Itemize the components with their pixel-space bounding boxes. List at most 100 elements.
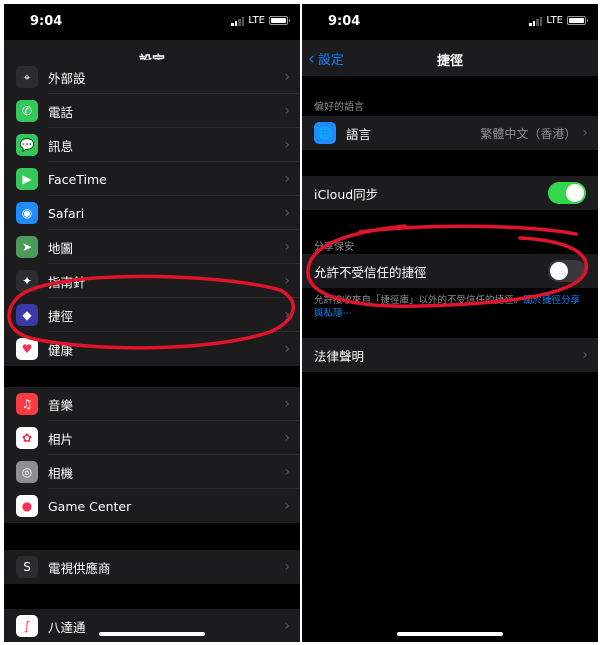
- globe-icon: 🌐: [314, 122, 336, 144]
- settings-item-photos[interactable]: ✿ 相片 ›: [4, 421, 300, 455]
- settings-item-label: Game Center: [48, 498, 132, 514]
- settings-item-health[interactable]: ♥ 健康 ›: [4, 332, 300, 366]
- chevron-right-icon: ›: [284, 103, 290, 119]
- settings-item-compass[interactable]: ✦ 指南針 ›: [4, 264, 300, 298]
- status-indicators: LTE: [529, 15, 588, 26]
- settings-item-label: 訊息: [48, 138, 74, 154]
- icloud-sync-toggle[interactable]: [548, 182, 586, 204]
- chevron-right-icon: ›: [284, 69, 290, 85]
- chevron-right-icon: ›: [284, 498, 290, 514]
- settings-item-label: 捷徑: [48, 308, 74, 324]
- icloud-sync-row: iCloud同步: [302, 176, 598, 210]
- settings-item-shortcuts[interactable]: ◆ 捷徑 ›: [4, 298, 300, 332]
- chevron-right-icon: ›: [284, 239, 290, 255]
- chevron-right-icon: ›: [284, 137, 290, 153]
- status-time: 9:04: [30, 14, 63, 29]
- gamecenter-icon: ●: [16, 495, 38, 517]
- settings-item-tv-provider[interactable]: S 電視供應商 ›: [4, 550, 300, 584]
- sharing-section-header: 分享保安: [314, 242, 354, 253]
- settings-item-label: 地圖: [48, 240, 74, 256]
- settings-group-apps-2: ♫ 音樂 › ✿ 相片 › ◎ 相機 › ● Game Center ›: [4, 387, 300, 523]
- chevron-right-icon: ›: [284, 464, 290, 480]
- allow-untrusted-row: 允許不受信任的捷徑: [302, 254, 598, 288]
- tv-provider-icon: S: [16, 556, 38, 578]
- language-row[interactable]: 🌐 語言 繁體中文（香港） ›: [302, 116, 598, 150]
- icloud-sync-label: iCloud同步: [314, 186, 379, 202]
- safari-icon: ◉: [16, 202, 38, 224]
- language-value: 繁體中文（香港）: [480, 126, 577, 141]
- chevron-right-icon: ›: [284, 396, 290, 412]
- chevron-right-icon: ›: [284, 618, 290, 634]
- settings-item-safari[interactable]: ◉ Safari ›: [4, 196, 300, 230]
- chevron-right-icon: ›: [284, 273, 290, 289]
- settings-item-facetime[interactable]: ▶ FaceTime ›: [4, 162, 300, 196]
- settings-item-octopus[interactable]: ∫ 八達通 ›: [4, 609, 300, 642]
- network-type: LTE: [248, 15, 265, 26]
- chevron-right-icon: ›: [582, 125, 588, 141]
- settings-item-camera[interactable]: ◎ 相機 ›: [4, 455, 300, 489]
- settings-screen: 9:04 LTE 設定 ⌖外部設›✆電話›💬訊息›▶FaceTime›◉Safa…: [4, 4, 300, 642]
- chevron-right-icon: ›: [284, 341, 290, 357]
- untrusted-footer-text: 允許接收來自「捷徑庫」以外的不受信任的捷徑。: [314, 295, 524, 306]
- settings-item-phone[interactable]: ✆ 電話 ›: [4, 94, 300, 128]
- allow-untrusted-label: 允許不受信任的捷徑: [314, 264, 427, 280]
- chevron-right-icon: ›: [284, 205, 290, 221]
- settings-item-message[interactable]: 💬 訊息 ›: [4, 128, 300, 162]
- settings-item-label: 電視供應商: [48, 560, 111, 576]
- settings-item-label: 電話: [48, 104, 74, 120]
- facetime-icon: ▶: [16, 168, 38, 190]
- legal-row[interactable]: 法律聲明 ›: [302, 338, 598, 372]
- settings-list[interactable]: ⌖ 外部設 › ✆ 電話 › 💬 訊息 › ▶ FaceTime › ◉ Safari › ➤ 地圖 › ✦ 指南針 ›…: [4, 60, 300, 642]
- untrusted-footer: 允許接收來自「捷徑庫」以外的不受信任的捷徑。關於捷徑分享與私隱⋯: [314, 294, 586, 320]
- shortcuts-settings-screen: 9:04 LTE ‹ 設定 捷徑 偏好的語言 🌐 語言 繁體中文（香港） › i…: [302, 4, 598, 642]
- settings-item-gamecenter[interactable]: ● Game Center ›: [4, 489, 300, 523]
- home-indicator: [397, 632, 503, 636]
- settings-item-label: 音樂: [48, 397, 74, 413]
- status-bar: 9:04 LTE: [4, 4, 300, 40]
- page-title: 捷徑: [436, 54, 463, 69]
- camera-icon: ◎: [16, 461, 38, 483]
- chevron-right-icon: ›: [284, 307, 290, 323]
- language-section-header: 偏好的語言: [314, 102, 364, 113]
- settings-item-label: 指南針: [48, 274, 86, 290]
- settings-item-label: FaceTime: [48, 171, 107, 187]
- chevron-right-icon: ›: [284, 430, 290, 446]
- chevron-right-icon: ›: [284, 559, 290, 575]
- battery-icon: [269, 16, 290, 25]
- settings-item-maps[interactable]: ➤ 地圖 ›: [4, 230, 300, 264]
- sharing-group: 允許不受信任的捷徑: [302, 254, 598, 288]
- icloud-group: iCloud同步: [302, 176, 598, 210]
- nav-bar: ‹ 設定 捷徑: [302, 40, 598, 76]
- legal-label: 法律聲明: [314, 348, 365, 364]
- compass-icon: ✦: [16, 270, 38, 292]
- health-icon: ♥: [16, 338, 38, 360]
- legal-group: 法律聲明 ›: [302, 338, 598, 372]
- status-bar: 9:04 LTE: [302, 4, 598, 40]
- photos-icon: ✿: [16, 427, 38, 449]
- settings-item-label: Safari: [48, 205, 85, 221]
- status-indicators: LTE: [231, 15, 290, 26]
- settings-item-label: 外部設: [48, 70, 86, 86]
- shortcuts-settings-list: 偏好的語言 🌐 語言 繁體中文（香港） › iCloud同步 分享保安 允許不受…: [302, 76, 598, 642]
- home-indicator: [99, 632, 205, 636]
- chevron-right-icon: ›: [284, 171, 290, 187]
- shortcuts-icon: ◆: [16, 304, 38, 326]
- settings-item-compass[interactable]: ⌖ 外部設 ›: [4, 60, 300, 94]
- settings-group-apps-3: ∫ 八達通 ›: [4, 609, 300, 642]
- settings-item-label: 相片: [48, 431, 74, 447]
- settings-group-apps-1: ⌖ 外部設 › ✆ 電話 › 💬 訊息 › ▶ FaceTime › ◉ Safari › ➤ 地圖 › ✦ 指南針 ›…: [4, 60, 300, 366]
- allow-untrusted-toggle[interactable]: [548, 260, 586, 282]
- music-icon: ♫: [16, 393, 38, 415]
- phone-icon: ✆: [16, 100, 38, 122]
- network-type: LTE: [546, 15, 563, 26]
- octopus-icon: ∫: [16, 615, 38, 637]
- settings-item-label: 健康: [48, 342, 74, 358]
- language-label: 語言: [346, 126, 372, 142]
- battery-icon: [567, 16, 588, 25]
- settings-item-label: 相機: [48, 465, 74, 481]
- settings-item-music[interactable]: ♫ 音樂 ›: [4, 387, 300, 421]
- chevron-right-icon: ›: [582, 347, 588, 363]
- status-time: 9:04: [328, 14, 361, 29]
- compass-icon: ⌖: [16, 66, 38, 88]
- cellular-signal-icon: [231, 16, 245, 26]
